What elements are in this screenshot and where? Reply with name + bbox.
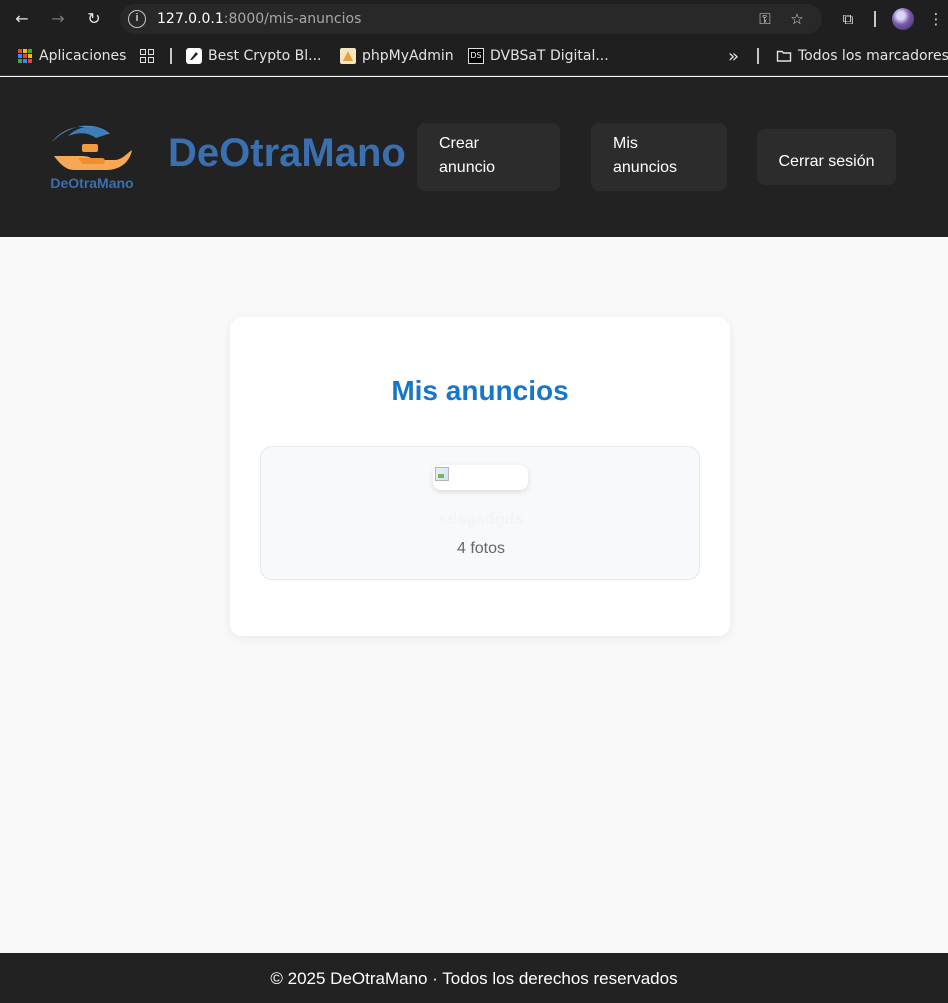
rocket-icon [186, 48, 202, 64]
page-title: Mis anuncios [391, 375, 569, 406]
dvbsat-icon: DS [468, 48, 484, 64]
more-bookmarks-icon[interactable]: » [728, 38, 739, 74]
nav-crear-anuncio[interactable]: Crear anuncio [417, 123, 560, 191]
site-info-icon[interactable]: i [128, 10, 146, 28]
reload-icon[interactable]: ↻ [82, 7, 106, 31]
site-header: DeOtraMano DeOtraMano Crear anuncio Mis … [0, 77, 948, 237]
ad-thumbnail[interactable] [433, 465, 528, 490]
bookmark-phpmyadmin[interactable]: phpMyAdmin [340, 38, 454, 74]
password-key-icon[interactable]: ⚿ [755, 9, 775, 29]
forward-icon[interactable]: → [46, 7, 70, 31]
browser-toolbar: ← → ↻ i 127.0.0.1:8000/mis-anuncios ⚿ ☆ … [0, 0, 948, 38]
phpmyadmin-icon [340, 48, 356, 64]
ads-card: Mis anuncios sdsgsdgds 4 fotos [230, 317, 730, 636]
apps-grid-icon [18, 49, 32, 63]
site-footer: © 2025 DeOtraMano · Todos los derechos r… [0, 953, 948, 1003]
broken-image-icon [435, 467, 449, 481]
bookmark-label: phpMyAdmin [362, 48, 454, 64]
toolbar-divider [874, 11, 876, 27]
logo[interactable]: DeOtraMano [42, 120, 142, 192]
bookmark-label: Aplicaciones [39, 48, 127, 64]
bookmark-divider [757, 48, 759, 64]
bookmark-label: Todos los marcadores [798, 48, 948, 64]
nav-mis-anuncios[interactable]: Mis anuncios [591, 123, 727, 191]
folder-icon [776, 48, 792, 64]
logo-text: DeOtraMano [50, 175, 133, 191]
bookmark-dvbsat[interactable]: DS DVBSaT Digital... [468, 38, 609, 74]
brand-title[interactable]: DeOtraMano [168, 131, 406, 176]
bookmark-best-crypto[interactable]: Best Crypto Bl... [186, 38, 322, 74]
footer-text: © 2025 DeOtraMano · Todos los derechos r… [270, 969, 678, 988]
url-text[interactable]: 127.0.0.1:8000/mis-anuncios [157, 4, 361, 34]
bookmark-apps[interactable]: Aplicaciones [18, 38, 126, 74]
bookmark-star-icon[interactable]: ☆ [787, 9, 807, 29]
address-bar[interactable]: i 127.0.0.1:8000/mis-anuncios ⚿ ☆ [120, 4, 822, 34]
list-item[interactable]: sdsgsdgds 4 fotos [260, 446, 700, 580]
tab-groups-icon[interactable] [140, 38, 154, 74]
profile-avatar[interactable] [892, 8, 914, 30]
bookmark-label: Best Crypto Bl... [208, 48, 322, 64]
ad-photo-count: 4 fotos [456, 540, 506, 557]
hands-logo-icon: DeOtraMano [50, 125, 134, 191]
bookmark-divider [170, 48, 172, 64]
bookmarks-bar: Aplicaciones Best Crypto Bl... phpMyAdmi… [0, 38, 948, 76]
back-icon[interactable]: ← [10, 7, 34, 31]
screenshot-icon[interactable]: ⧉ [838, 9, 858, 29]
menu-kebab-icon[interactable]: ⋮ [926, 9, 946, 29]
all-bookmarks-folder[interactable]: Todos los marcadores [776, 38, 948, 74]
bookmark-label: DVBSaT Digital... [490, 48, 609, 64]
ad-title[interactable]: sdsgsdgds [261, 511, 701, 529]
logout-button[interactable]: Cerrar sesión [757, 129, 896, 185]
